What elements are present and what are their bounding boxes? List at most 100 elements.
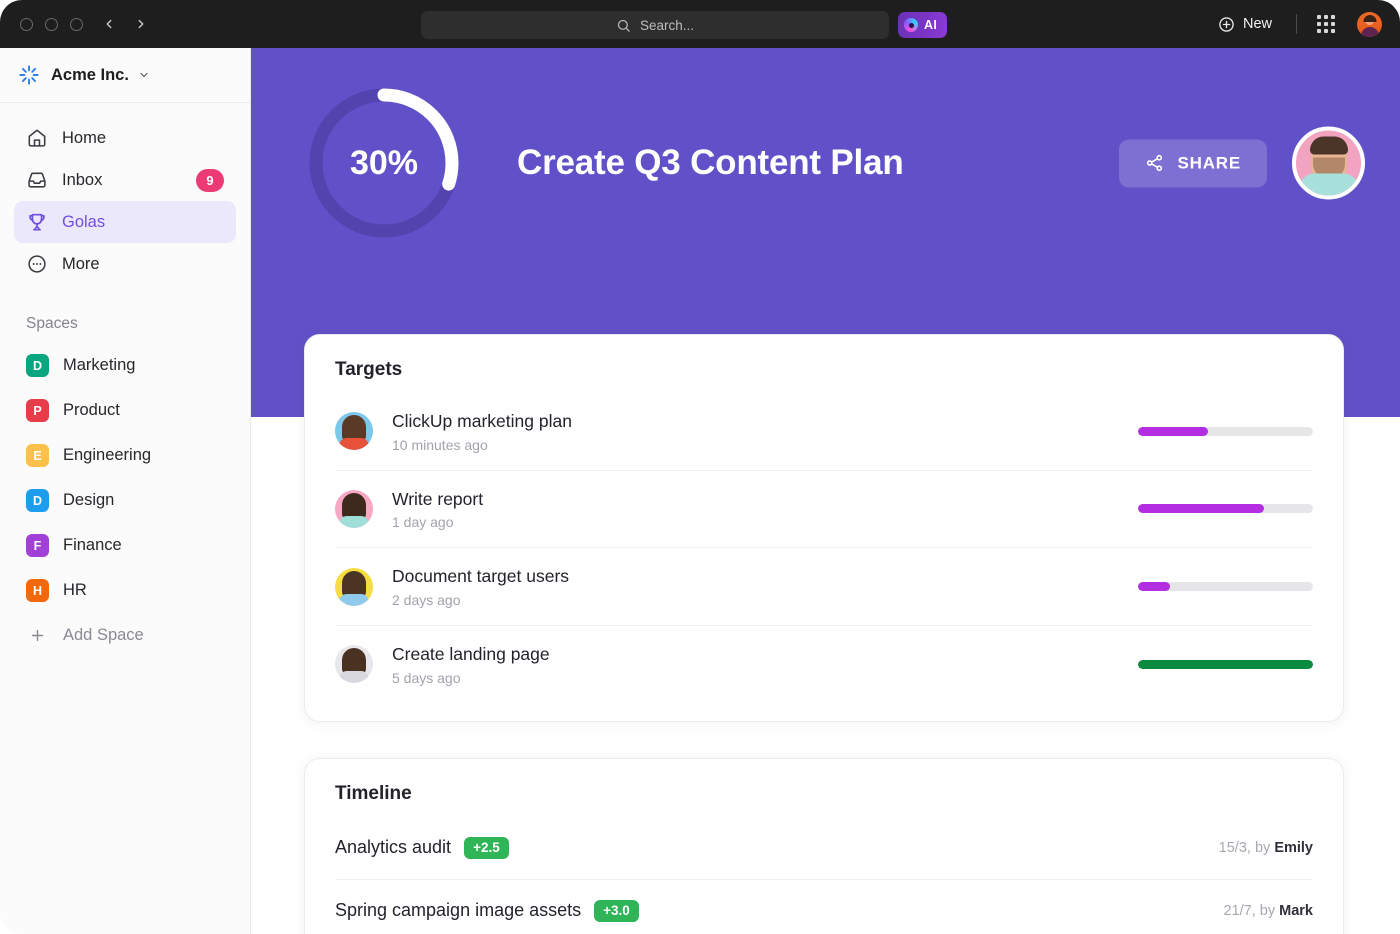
timeline-item-name: Analytics audit bbox=[335, 837, 451, 858]
sidebar-item-label: Golas bbox=[62, 213, 105, 232]
history-nav bbox=[101, 16, 149, 32]
space-initial-badge: D bbox=[26, 354, 49, 377]
content-cards: Targets ClickUp marketing plan 10 minute… bbox=[304, 334, 1400, 934]
goal-progress-label: 30% bbox=[304, 83, 464, 243]
ai-button[interactable]: AI bbox=[898, 12, 947, 38]
space-label: Product bbox=[63, 401, 120, 420]
sidebar-item-golas[interactable]: Golas bbox=[14, 201, 236, 243]
grid-apps-icon[interactable] bbox=[1317, 15, 1335, 33]
top-bar: Search... AI New bbox=[0, 0, 1400, 48]
ellipsis-circle-icon bbox=[26, 253, 48, 275]
sidebar-item-home[interactable]: Home bbox=[14, 117, 236, 159]
sidebar-item-inbox[interactable]: Inbox 9 bbox=[14, 159, 236, 201]
goal-progress-ring: 30% bbox=[304, 83, 464, 243]
window-controls bbox=[20, 18, 83, 31]
sidebar-space-product[interactable]: P Product bbox=[14, 388, 236, 433]
sidebar-space-design[interactable]: D Design bbox=[14, 478, 236, 523]
timeline-list: Analytics audit +2.5 15/3, by Emily Spri… bbox=[305, 817, 1343, 934]
ai-button-label: AI bbox=[924, 18, 937, 32]
timeline-item-meta: 15/3, by Emily bbox=[1219, 840, 1313, 856]
primary-nav: Home Inbox 9 Golas More bbox=[0, 103, 250, 285]
add-space-label: Add Space bbox=[63, 626, 144, 645]
timeline-card: Timeline Analytics audit +2.5 15/3, by E… bbox=[304, 758, 1344, 934]
space-initial-badge: P bbox=[26, 399, 49, 422]
timeline-score-badge: +3.0 bbox=[594, 900, 639, 922]
minimize-window-button[interactable] bbox=[45, 18, 58, 31]
sidebar-space-engineering[interactable]: E Engineering bbox=[14, 433, 236, 478]
hero-actions: SHARE bbox=[1119, 127, 1365, 200]
profile-avatar[interactable] bbox=[1357, 12, 1382, 37]
clickup-logo-icon bbox=[18, 64, 40, 86]
search-input[interactable]: Search... bbox=[421, 11, 889, 39]
space-label: Design bbox=[63, 491, 114, 510]
avatar bbox=[335, 490, 373, 528]
timeline-item-meta: 21/7, by Mark bbox=[1223, 903, 1313, 919]
new-button[interactable]: New bbox=[1214, 16, 1276, 33]
timeline-author: Mark bbox=[1279, 903, 1313, 919]
workspace-switcher[interactable]: Acme Inc. bbox=[0, 48, 250, 103]
chevron-left-icon[interactable] bbox=[101, 16, 117, 32]
target-name: Document target users bbox=[392, 565, 1138, 589]
targets-card: Targets ClickUp marketing plan 10 minute… bbox=[304, 334, 1344, 722]
target-timestamp: 1 day ago bbox=[392, 514, 1138, 530]
space-initial-badge: F bbox=[26, 534, 49, 557]
space-label: Marketing bbox=[63, 356, 135, 375]
goal-owner-avatar[interactable] bbox=[1292, 127, 1365, 200]
avatar bbox=[335, 568, 373, 606]
space-label: HR bbox=[63, 581, 87, 600]
timeline-author: Emily bbox=[1274, 840, 1313, 856]
space-label: Engineering bbox=[63, 446, 151, 465]
chevron-down-icon[interactable] bbox=[138, 69, 150, 81]
sidebar-item-more[interactable]: More bbox=[14, 243, 236, 285]
list-item[interactable]: Spring campaign image assets +3.0 21/7, … bbox=[335, 880, 1313, 934]
timeline-title: Timeline bbox=[305, 759, 1343, 817]
space-initial-badge: D bbox=[26, 489, 49, 512]
inbox-icon bbox=[26, 169, 48, 191]
main-content: 30% Create Q3 Content Plan SHARE bbox=[251, 48, 1400, 934]
app-window: Search... AI New bbox=[0, 0, 1400, 934]
maximize-window-button[interactable] bbox=[70, 18, 83, 31]
sidebar-item-label: More bbox=[62, 255, 100, 274]
target-name: Create landing page bbox=[392, 643, 1138, 667]
search-icon bbox=[616, 18, 631, 33]
target-progress-bar bbox=[1138, 660, 1313, 669]
search-placeholder: Search... bbox=[640, 18, 694, 33]
target-timestamp: 10 minutes ago bbox=[392, 437, 1138, 453]
avatar bbox=[335, 645, 373, 683]
sidebar-space-finance[interactable]: F Finance bbox=[14, 523, 236, 568]
share-button-label: SHARE bbox=[1177, 153, 1241, 173]
target-progress-bar bbox=[1138, 582, 1313, 591]
target-progress-bar bbox=[1138, 427, 1313, 436]
sidebar-item-label: Home bbox=[62, 129, 106, 148]
toolbar-divider bbox=[1296, 14, 1297, 34]
table-row[interactable]: ClickUp marketing plan 10 minutes ago bbox=[335, 393, 1313, 471]
plus-icon bbox=[26, 624, 49, 647]
chevron-right-icon[interactable] bbox=[133, 16, 149, 32]
close-window-button[interactable] bbox=[20, 18, 33, 31]
targets-list: ClickUp marketing plan 10 minutes ago Wr… bbox=[305, 393, 1343, 721]
share-button[interactable]: SHARE bbox=[1119, 139, 1267, 187]
home-icon bbox=[26, 127, 48, 149]
list-item[interactable]: Analytics audit +2.5 15/3, by Emily bbox=[335, 817, 1313, 880]
spaces-list: D Marketing P Product E Engineering D De… bbox=[0, 343, 250, 613]
target-name: ClickUp marketing plan bbox=[392, 410, 1138, 434]
trophy-icon bbox=[26, 211, 48, 233]
table-row[interactable]: Document target users 2 days ago bbox=[335, 548, 1313, 626]
target-timestamp: 5 days ago bbox=[392, 670, 1138, 686]
workspace-name: Acme Inc. bbox=[51, 66, 129, 85]
sidebar-space-marketing[interactable]: D Marketing bbox=[14, 343, 236, 388]
plus-circle-icon bbox=[1218, 16, 1235, 33]
target-name: Write report bbox=[392, 488, 1138, 512]
targets-title: Targets bbox=[305, 335, 1343, 393]
space-initial-badge: H bbox=[26, 579, 49, 602]
sidebar-item-label: Inbox bbox=[62, 171, 102, 190]
inbox-unread-badge: 9 bbox=[196, 169, 224, 192]
sidebar-space-hr[interactable]: H HR bbox=[14, 568, 236, 613]
avatar bbox=[335, 412, 373, 450]
add-space-button[interactable]: Add Space bbox=[14, 613, 236, 658]
target-timestamp: 2 days ago bbox=[392, 592, 1138, 608]
table-row[interactable]: Create landing page 5 days ago bbox=[335, 626, 1313, 703]
table-row[interactable]: Write report 1 day ago bbox=[335, 471, 1313, 549]
spaces-section-title: Spaces bbox=[0, 285, 250, 343]
sidebar: Acme Inc. Home Inbox 9 bbox=[0, 48, 251, 934]
